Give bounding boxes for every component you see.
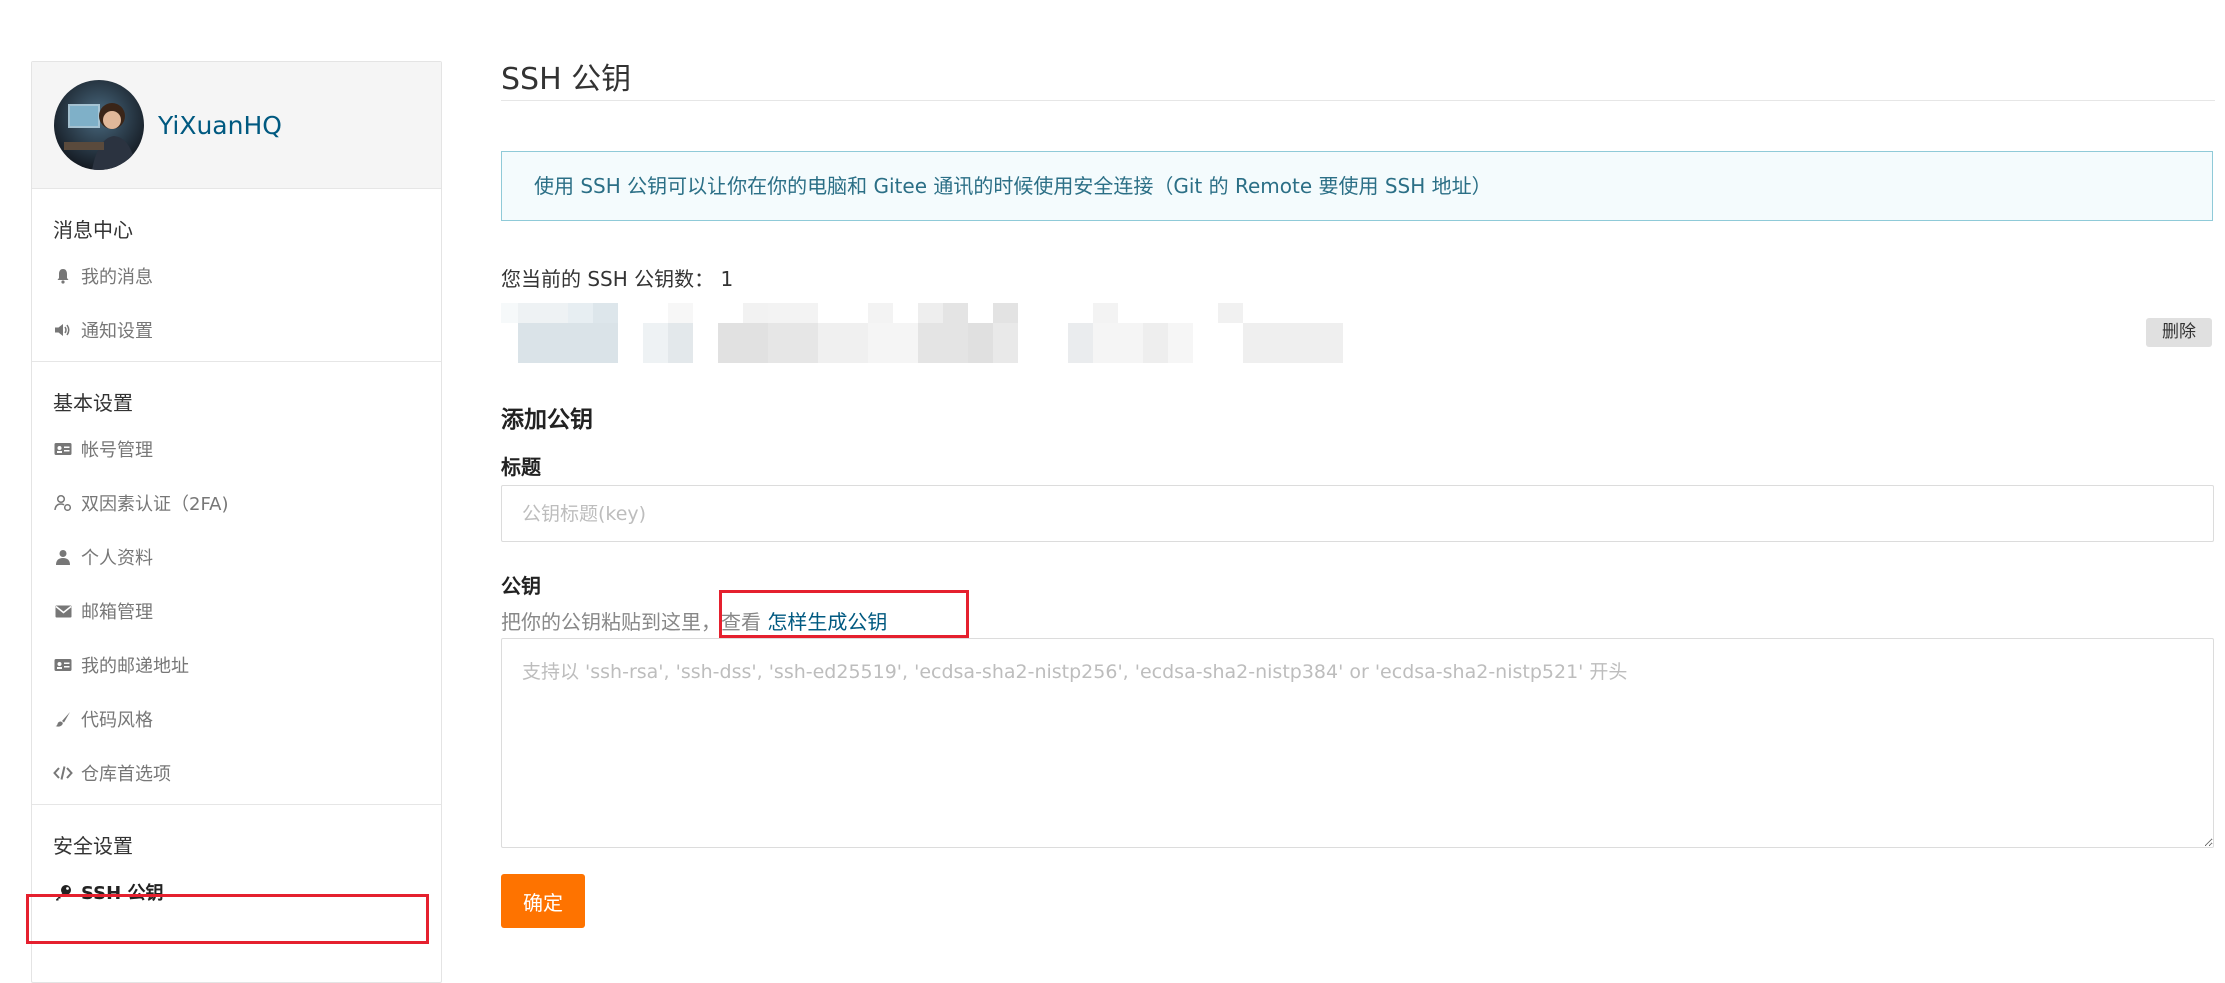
public-key-textarea[interactable] bbox=[501, 638, 2214, 848]
sidebar-item-label: 双因素认证（2FA) bbox=[81, 494, 229, 515]
sidebar-item-label: 我的消息 bbox=[81, 267, 153, 288]
sidebar-item-code-style[interactable]: 代码风格 bbox=[32, 692, 441, 746]
confirm-button[interactable]: 确定 bbox=[501, 874, 585, 928]
highlight-box-ssh-keys bbox=[26, 894, 429, 944]
page-title: SSH 公钥 bbox=[501, 62, 632, 97]
key-field-label: 公钥 bbox=[501, 574, 541, 598]
ssh-key-count-value: 1 bbox=[720, 267, 734, 291]
user-icon bbox=[53, 547, 73, 567]
redacted-key-fingerprint bbox=[501, 303, 1751, 363]
sidebar-item-label: 代码风格 bbox=[81, 710, 153, 731]
code-icon bbox=[53, 763, 73, 783]
sidebar-item-label: 帐号管理 bbox=[81, 440, 153, 461]
user-shield-icon bbox=[53, 493, 73, 513]
sidebar-item-label: 仓库首选项 bbox=[81, 764, 171, 785]
sidebar-item-account[interactable]: 帐号管理 bbox=[32, 422, 441, 476]
key-title-input[interactable] bbox=[501, 485, 2214, 542]
id-card-icon bbox=[53, 439, 73, 459]
title-field-label: 标题 bbox=[501, 455, 541, 479]
avatar[interactable] bbox=[54, 80, 144, 170]
sidebar-item-label: 邮箱管理 bbox=[81, 602, 153, 623]
group-title: 基本设置 bbox=[53, 391, 133, 415]
envelope-icon bbox=[53, 601, 73, 621]
main-content: SSH 公钥 使用 SSH 公钥可以让你在你的电脑和 Gitee 通讯的时候使用… bbox=[501, 0, 2215, 962]
speaker-icon bbox=[53, 320, 73, 340]
sidebar-item-profile[interactable]: 个人资料 bbox=[32, 530, 441, 584]
sidebar-item-my-messages[interactable]: 我的消息 bbox=[32, 249, 441, 303]
highlight-box-generate-link bbox=[719, 590, 969, 638]
ssh-key-count: 您当前的 SSH 公钥数： 1 bbox=[501, 263, 733, 292]
sidebar-item-label: 通知设置 bbox=[81, 321, 153, 342]
group-basic-settings: 基本设置 帐号管理 双因素认证（2FA) 个人资料 邮箱管理 我的邮递地址 代码… bbox=[32, 361, 441, 804]
sidebar-item-address[interactable]: 我的邮递地址 bbox=[32, 638, 441, 692]
title-divider bbox=[501, 100, 2215, 101]
sidebar-item-2fa[interactable]: 双因素认证（2FA) bbox=[32, 476, 441, 530]
profile-header: YiXuanHQ bbox=[32, 62, 441, 189]
group-title: 消息中心 bbox=[53, 218, 133, 242]
sidebar-item-label: 个人资料 bbox=[81, 548, 153, 569]
group-title: 安全设置 bbox=[53, 834, 133, 858]
sidebar-item-repo-preferences[interactable]: 仓库首选项 bbox=[32, 746, 441, 800]
brush-icon bbox=[53, 709, 73, 729]
ssh-key-count-label: 您当前的 SSH 公钥数： bbox=[501, 267, 715, 291]
group-message-center: 消息中心 我的消息 通知设置 bbox=[32, 189, 441, 361]
username-link[interactable]: YiXuanHQ bbox=[158, 111, 282, 140]
add-key-section-title: 添加公钥 bbox=[501, 407, 593, 433]
sidebar-item-notification-settings[interactable]: 通知设置 bbox=[32, 303, 441, 357]
info-alert: 使用 SSH 公钥可以让你在你的电脑和 Gitee 通讯的时候使用安全连接（Gi… bbox=[501, 151, 2213, 221]
address-card-icon bbox=[53, 655, 73, 675]
sidebar-item-label: 我的邮递地址 bbox=[81, 656, 189, 677]
bell-icon bbox=[53, 266, 73, 286]
delete-key-button[interactable]: 删除 bbox=[2146, 318, 2212, 347]
settings-sidebar: YiXuanHQ 消息中心 我的消息 通知设置 基本设置 帐号管理 双因素认证（… bbox=[31, 61, 442, 983]
sidebar-item-email[interactable]: 邮箱管理 bbox=[32, 584, 441, 638]
